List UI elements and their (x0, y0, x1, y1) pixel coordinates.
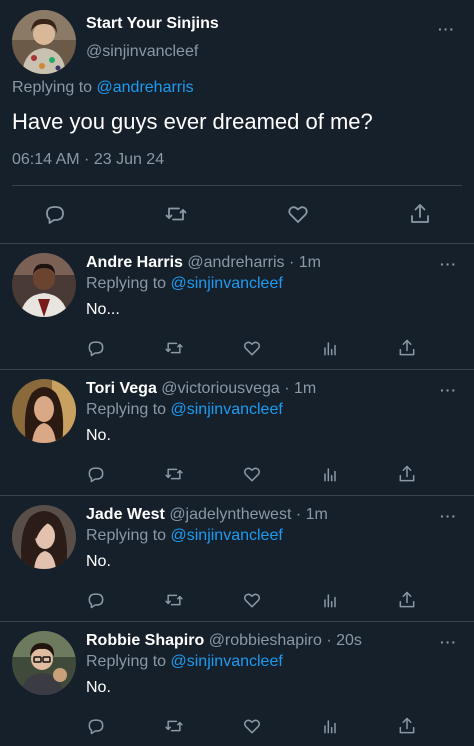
tweet-text: No... (86, 301, 120, 318)
replying-prefix: Replying to (86, 401, 171, 418)
avatar[interactable] (12, 253, 76, 317)
display-name[interactable]: Robbie Shapiro (86, 632, 204, 649)
like-icon[interactable] (240, 462, 264, 486)
display-name[interactable]: Jade West (86, 506, 165, 523)
retweet-icon[interactable] (162, 336, 186, 360)
more-options-icon[interactable]: ··· (440, 634, 457, 650)
analytics-icon[interactable] (318, 462, 342, 486)
tweet-text: No. (86, 553, 111, 570)
retweet-icon[interactable] (162, 462, 186, 486)
like-icon[interactable] (240, 336, 264, 360)
replying-to: Replying to @sinjinvancleef (86, 653, 283, 671)
tweet-actions (0, 462, 474, 486)
tweet-actions (0, 714, 474, 738)
reply-icon[interactable] (41, 200, 69, 228)
replying-to: Replying to @sinjinvancleef (86, 527, 283, 545)
reply-icon[interactable] (84, 336, 108, 360)
replying-prefix: Replying to (12, 79, 97, 96)
display-name[interactable]: Start Your Sinjins (86, 15, 219, 33)
replying-to-link[interactable]: @sinjinvancleef (171, 275, 283, 292)
tweet-actions (0, 336, 474, 360)
share-icon[interactable] (395, 336, 419, 360)
username[interactable]: @jadelynthewest · 1m (169, 506, 328, 523)
display-name[interactable]: Andre Harris (86, 254, 183, 271)
analytics-icon[interactable] (318, 588, 342, 612)
reply-tweet: Robbie Shapiro @robbieshapiro · 20s ··· … (0, 622, 474, 746)
replying-to: Replying to @sinjinvancleef (86, 275, 283, 293)
share-icon[interactable] (406, 200, 434, 228)
replying-to: Replying to @andreharris (12, 79, 194, 97)
reply-header: Robbie Shapiro @robbieshapiro · 20s (86, 632, 362, 650)
avatar[interactable] (12, 379, 76, 443)
retweet-icon[interactable] (162, 200, 190, 228)
reply-header: Andre Harris @andreharris · 1m (86, 254, 321, 272)
avatar[interactable] (12, 505, 76, 569)
replying-to-link[interactable]: @andreharris (97, 79, 194, 96)
tweet-actions (0, 588, 474, 612)
more-options-icon[interactable]: ··· (438, 21, 455, 37)
like-icon[interactable] (240, 714, 264, 738)
replying-to: Replying to @sinjinvancleef (86, 401, 283, 419)
replying-to-link[interactable]: @sinjinvancleef (171, 401, 283, 418)
more-options-icon[interactable]: ··· (440, 508, 457, 524)
username[interactable]: @victoriousvega · 1m (161, 380, 316, 397)
username[interactable]: @sinjinvancleef (86, 43, 198, 61)
reply-icon[interactable] (84, 588, 108, 612)
like-icon[interactable] (284, 200, 312, 228)
timestamp[interactable]: 06:14 AM · 23 Jun 24 (12, 151, 164, 169)
avatar[interactable] (12, 631, 76, 695)
share-icon[interactable] (395, 462, 419, 486)
analytics-icon[interactable] (318, 714, 342, 738)
display-name[interactable]: Tori Vega (86, 380, 157, 397)
replying-prefix: Replying to (86, 653, 171, 670)
reply-icon[interactable] (84, 462, 108, 486)
reply-icon[interactable] (84, 714, 108, 738)
more-options-icon[interactable]: ··· (440, 382, 457, 398)
main-tweet: Start Your Sinjins @sinjinvancleef ··· R… (0, 0, 474, 244)
tweet-text: No. (86, 679, 111, 696)
reply-header: Tori Vega @victoriousvega · 1m (86, 380, 316, 398)
retweet-icon[interactable] (162, 588, 186, 612)
replying-prefix: Replying to (86, 527, 171, 544)
replying-to-link[interactable]: @sinjinvancleef (171, 653, 283, 670)
reply-tweet: Andre Harris @andreharris · 1m ··· Reply… (0, 244, 474, 370)
more-options-icon[interactable]: ··· (440, 256, 457, 272)
avatar[interactable] (12, 10, 76, 74)
reply-tweet: Tori Vega @victoriousvega · 1m ··· Reply… (0, 370, 474, 496)
username[interactable]: @andreharris · 1m (187, 254, 321, 271)
tweet-text: No. (86, 427, 111, 444)
reply-header: Jade West @jadelynthewest · 1m (86, 506, 328, 524)
reply-tweet: Jade West @jadelynthewest · 1m ··· Reply… (0, 496, 474, 622)
like-icon[interactable] (240, 588, 264, 612)
tweet-actions (0, 200, 474, 228)
replying-prefix: Replying to (86, 275, 171, 292)
share-icon[interactable] (395, 714, 419, 738)
divider (12, 185, 462, 186)
replying-to-link[interactable]: @sinjinvancleef (171, 527, 283, 544)
username[interactable]: @robbieshapiro · 20s (209, 632, 362, 649)
analytics-icon[interactable] (318, 336, 342, 360)
share-icon[interactable] (395, 588, 419, 612)
tweet-text: Have you guys ever dreamed of me? (12, 109, 373, 134)
retweet-icon[interactable] (162, 714, 186, 738)
